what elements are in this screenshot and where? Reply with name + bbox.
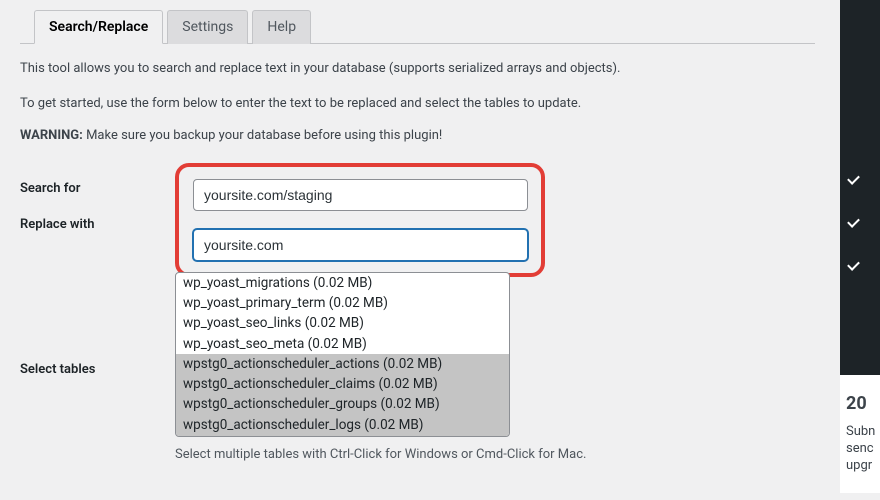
table-option[interactable]: wpstg0_actionscheduler_actions (0.02 MB)	[176, 354, 509, 374]
warning-label: WARNING:	[20, 128, 83, 143]
warning-message: Make sure you backup your database befor…	[83, 128, 442, 143]
feature-check-3	[840, 246, 880, 289]
table-option[interactable]: wpstg0_actionscheduler_claims (0.02 MB)	[176, 374, 509, 394]
dark-panel	[840, 0, 880, 375]
table-option[interactable]: wp_yoast_migrations (0.02 MB)	[176, 273, 509, 293]
intro-line-1: This tool allows you to search and repla…	[20, 59, 815, 79]
form-row-inputs: Search for	[20, 163, 815, 277]
table-option[interactable]: wp_yoast_primary_term (0.02 MB)	[176, 293, 509, 313]
tab-settings[interactable]: Settings	[167, 10, 248, 44]
check-icon	[846, 218, 860, 228]
highlight-box	[175, 163, 545, 277]
form-row-tables: Select tables wp_yoast_migrations (0.02 …	[20, 272, 815, 462]
inputs-cell	[175, 163, 815, 277]
select-tables-label: Select tables	[20, 272, 175, 377]
form-table: Search for Replace with Select tables wp…	[20, 163, 815, 462]
warning-text: WARNING: Make sure you backup your datab…	[20, 128, 815, 143]
nav-tabs: Search/Replace Settings Help	[20, 10, 815, 44]
search-for-input[interactable]	[193, 179, 528, 211]
right-sidebar: 20 Subn senc upgr	[840, 0, 880, 500]
feature-check-1	[840, 160, 880, 203]
check-icon	[846, 261, 860, 271]
table-option[interactable]: wp_yoast_seo_links (0.02 MB)	[176, 313, 509, 333]
tab-help[interactable]: Help	[252, 10, 311, 44]
promo-panel: 20 Subn senc upgr	[840, 375, 880, 493]
table-option[interactable]: wpstg0_commentmeta (0.02 MB)	[176, 435, 509, 437]
tables-cell: wp_yoast_migrations (0.02 MB)wp_yoast_pr…	[175, 272, 815, 462]
table-option[interactable]: wp_yoast_seo_meta (0.02 MB)	[176, 334, 509, 354]
table-option[interactable]: wpstg0_actionscheduler_logs (0.02 MB)	[176, 415, 509, 435]
main-content: Search/Replace Settings Help This tool a…	[0, 0, 835, 490]
promo-title: 20	[846, 393, 874, 414]
select-tables[interactable]: wp_yoast_migrations (0.02 MB)wp_yoast_pr…	[175, 272, 510, 437]
tab-search-replace[interactable]: Search/Replace	[34, 10, 163, 44]
promo-line-3: upgr	[846, 458, 874, 473]
promo-line-1: Subn	[846, 424, 874, 439]
table-option[interactable]: wpstg0_actionscheduler_groups (0.02 MB)	[176, 394, 509, 414]
check-icon	[846, 175, 860, 185]
select-tables-hint: Select multiple tables with Ctrl-Click f…	[175, 447, 815, 462]
search-for-label: Search for	[20, 163, 175, 196]
feature-check-2	[840, 203, 880, 246]
replace-with-input[interactable]	[193, 229, 528, 261]
intro-line-2: To get started, use the form below to en…	[20, 94, 815, 114]
promo-line-2: senc	[846, 441, 874, 456]
